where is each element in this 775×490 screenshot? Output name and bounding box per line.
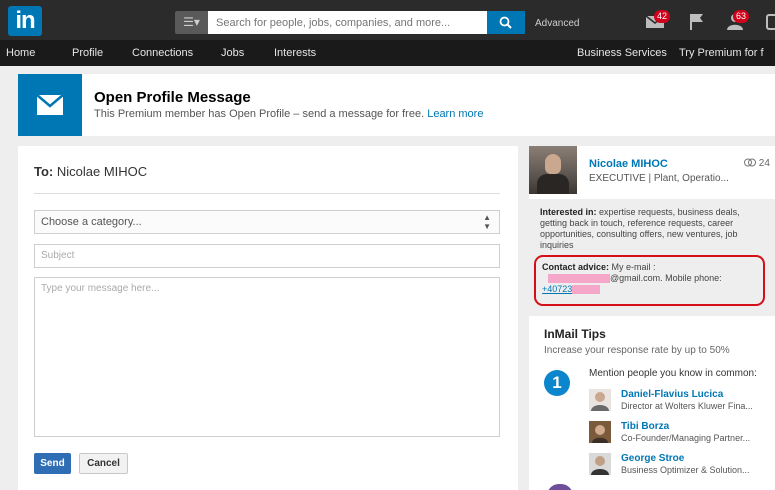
tips-subtitle: Increase your response rate by up to 50% — [544, 345, 730, 356]
nav-business-services[interactable]: Business Services — [577, 47, 667, 59]
redacted-phone — [572, 285, 601, 295]
subject-placeholder: Subject — [41, 250, 75, 261]
account-icon[interactable] — [764, 12, 775, 34]
nav-jobs[interactable]: Jobs — [221, 47, 244, 59]
search-icon — [499, 16, 512, 29]
person-avatar — [589, 389, 611, 411]
connections-count-value: 24 — [758, 158, 770, 169]
nav-home[interactable]: Home — [6, 47, 35, 59]
person-title: Co-Founder/Managing Partner... — [621, 433, 751, 443]
nav-connections[interactable]: Connections — [132, 47, 193, 59]
divider — [34, 193, 500, 194]
search-button[interactable] — [487, 11, 525, 34]
learn-more-link[interactable]: Learn more — [427, 108, 483, 120]
envelope-icon — [18, 74, 82, 136]
person-avatar — [589, 453, 611, 475]
person-title: Business Optimizer & Solution... — [621, 465, 750, 475]
advanced-search-link[interactable]: Advanced — [535, 18, 579, 29]
person-avatar — [589, 421, 611, 443]
category-select-value: Choose a category... — [41, 216, 142, 228]
person-name[interactable]: George Stroe — [621, 453, 684, 464]
recipient-line: To: Nicolae MIHOC — [34, 164, 147, 179]
avatar-suit — [537, 174, 569, 194]
message-placeholder: Type your message here... — [41, 283, 160, 294]
interested-in: Interested in: expertise requests, busin… — [540, 207, 768, 251]
contact-text: My e-mail : — [611, 262, 656, 272]
common-connection-item[interactable]: George Stroe Business Optimizer & Soluti… — [589, 453, 775, 483]
contact-advice-highlight: Contact advice: My e-mail : @gmail.com. … — [534, 255, 765, 306]
compose-panel: To: Nicolae MIHOC Choose a category... ▲… — [18, 146, 518, 490]
recipient-profile-card: Nicolae MIHOC EXECUTIVE | Plant, Operati… — [529, 146, 775, 308]
phone-prefix: +40723 — [542, 284, 573, 294]
common-connection-item[interactable]: Daniel-Flavius Lucica Director at Wolter… — [589, 389, 775, 419]
cancel-button[interactable]: Cancel — [79, 453, 128, 474]
email-suffix: @gmail.com. Mobile phone: — [610, 273, 722, 283]
notifications-count-badge: 63 — [733, 10, 750, 23]
to-label: To: — [34, 164, 54, 179]
top-bar: in ☰▾ Advanced 42 63 — [0, 0, 775, 40]
inmail-tips-panel: InMail Tips Increase your response rate … — [529, 316, 775, 490]
profile-advice-section: Interested in: expertise requests, busin… — [529, 199, 775, 308]
recipient-name: Nicolae MIHOC — [56, 164, 148, 179]
person-title: Director at Wolters Kluwer Fina... — [621, 401, 753, 411]
tip-text: Mention people you know in common: — [589, 368, 757, 379]
avatar-face — [545, 154, 561, 174]
connections-icon — [744, 158, 756, 167]
select-arrows-icon: ▲ ▼ — [483, 213, 491, 231]
recipient-headline: EXECUTIVE | Plant, Operatio... — [589, 173, 729, 184]
nav-try-premium[interactable]: Try Premium for f — [679, 47, 764, 59]
banner-title: Open Profile Message — [94, 89, 251, 106]
tip-number-badge: 1 — [544, 370, 570, 396]
interested-label: Interested in: — [540, 207, 597, 217]
main-nav: Home Profile Connections Jobs Interests … — [0, 40, 775, 66]
subject-input[interactable]: Subject — [34, 244, 500, 268]
send-button[interactable]: Send — [34, 453, 71, 474]
nav-profile[interactable]: Profile — [72, 47, 103, 59]
banner-subtitle: This Premium member has Open Profile – s… — [94, 108, 483, 120]
category-select[interactable]: Choose a category... ▲ ▼ — [34, 210, 500, 234]
common-connection-item[interactable]: Tibi Borza Co-Founder/Managing Partner..… — [589, 421, 775, 451]
search-input[interactable] — [208, 11, 487, 34]
messages-count-badge: 42 — [654, 10, 671, 23]
flag-icon[interactable] — [688, 12, 712, 34]
search-category-menu-icon[interactable]: ☰▾ — [175, 11, 208, 34]
contact-advice: Contact advice: My e-mail : @gmail.com. … — [542, 262, 762, 295]
contact-label: Contact advice: — [542, 262, 610, 272]
banner-subtitle-text: This Premium member has Open Profile – s… — [94, 108, 425, 120]
nav-interests[interactable]: Interests — [274, 47, 316, 59]
connections-count: 24 — [744, 158, 770, 169]
person-name[interactable]: Tibi Borza — [621, 421, 669, 432]
message-textarea[interactable]: Type your message here... — [34, 277, 500, 437]
recipient-avatar[interactable] — [529, 146, 577, 194]
person-name[interactable]: Daniel-Flavius Lucica — [621, 389, 723, 400]
redacted-email — [548, 274, 610, 284]
open-profile-banner: Open Profile Message This Premium member… — [18, 74, 775, 136]
linkedin-logo[interactable]: in — [8, 6, 42, 36]
recipient-profile-name[interactable]: Nicolae MIHOC — [589, 158, 668, 170]
phone-link[interactable]: +40723 — [542, 284, 601, 295]
tips-title: InMail Tips — [544, 327, 606, 341]
